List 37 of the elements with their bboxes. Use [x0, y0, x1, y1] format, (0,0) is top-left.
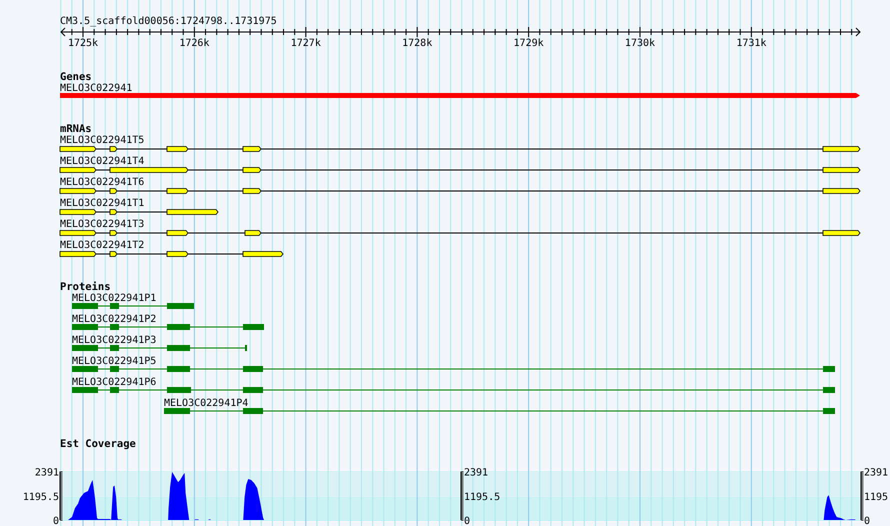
- track-title: Est Coverage: [60, 438, 136, 450]
- feature-label: MELO3C022941T1: [60, 198, 144, 209]
- tick-label: 1730k: [624, 38, 656, 49]
- tick-label: 1731k: [736, 38, 766, 49]
- axis-label: 1195.5: [464, 492, 500, 503]
- tick-label: 1729k: [514, 38, 544, 49]
- y-axis: [60, 471, 63, 520]
- y-axis: [860, 471, 864, 520]
- feature-label: MELO3C022941P6: [72, 377, 156, 388]
- feature-label: MELO3C022941T2: [60, 240, 144, 251]
- axis-label: 2391: [34, 468, 59, 478]
- axis-label: 2391: [864, 468, 888, 478]
- feature-label: MELO3C022941: [60, 83, 132, 94]
- feature-label: MELO3C022941P1: [72, 293, 156, 304]
- track-title: mRNAs: [60, 123, 92, 135]
- axis-label: 0: [464, 516, 470, 526]
- axis-label: 2391: [464, 468, 488, 478]
- tick-label: 1726k: [179, 38, 210, 49]
- axis-label: 1195.5: [22, 492, 59, 503]
- track-title: Genes: [60, 71, 92, 83]
- axis-label: 0: [864, 516, 870, 526]
- feature-label: MELO3C022941P5: [72, 356, 156, 367]
- feature-label: MELO3C022941P4: [164, 398, 248, 409]
- tick-label: 1728k: [402, 38, 432, 49]
- tick-label: 1727k: [290, 38, 321, 49]
- axis-label: 0: [52, 516, 59, 526]
- ruler-title: CM3.5_scaffold00056:1724798..1731975: [60, 16, 277, 27]
- tick-label: 1725k: [68, 38, 98, 49]
- feature-label: MELO3C022941P2: [72, 314, 156, 325]
- y-axis: [460, 471, 464, 520]
- feature-label: MELO3C022941T6: [60, 177, 144, 188]
- feature-label: MELO3C022941T5: [60, 135, 144, 146]
- track-title: Proteins: [60, 281, 111, 293]
- feature-label: MELO3C022941T4: [60, 156, 144, 167]
- axis-label: 1195: [864, 492, 888, 503]
- feature-label: MELO3C022941P3: [72, 335, 156, 346]
- feature-label: MELO3C022941T3: [60, 219, 144, 230]
